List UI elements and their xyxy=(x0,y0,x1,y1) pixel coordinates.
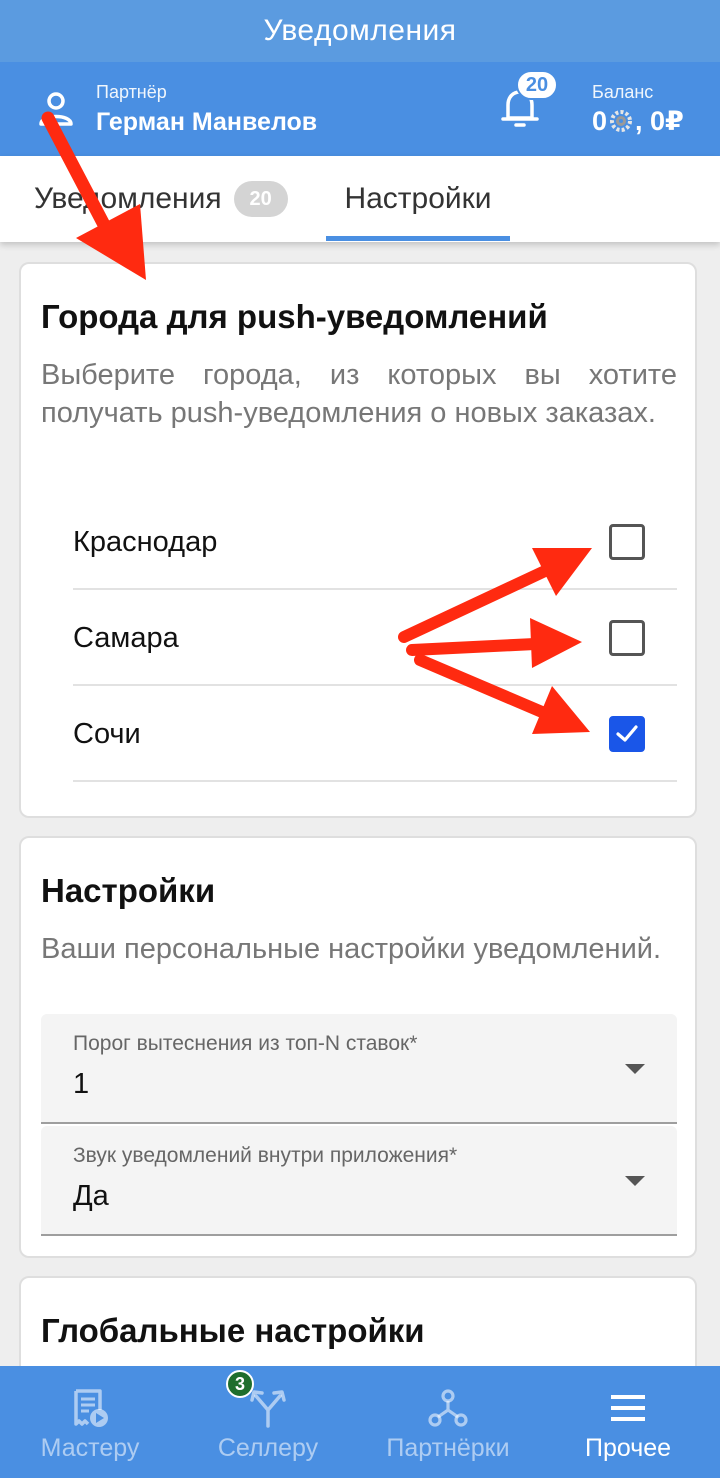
select-label: Звук уведомлений внутри приложения* xyxy=(73,1144,458,1167)
user-icon[interactable] xyxy=(36,90,76,130)
nav-item-seller[interactable]: 3 Селлеру xyxy=(178,1366,358,1478)
notification-count-badge: 20 xyxy=(516,70,558,100)
nav-label: Партнёрки xyxy=(386,1434,510,1462)
city-label: Краснодар xyxy=(73,525,218,558)
city-checkbox[interactable] xyxy=(609,620,645,656)
balance-suffix: , 0₽ xyxy=(635,106,684,136)
dropdown-arrow-icon[interactable] xyxy=(625,1064,645,1074)
tab-notifications-label: Уведомления xyxy=(34,182,222,215)
cities-card-title: Города для push-уведомлений xyxy=(41,298,548,335)
notification-sound-select[interactable]: Звук уведомлений внутри приложения* Да xyxy=(41,1126,677,1236)
tab-settings[interactable]: Настройки xyxy=(326,156,510,242)
select-value: 1 xyxy=(73,1068,90,1100)
balance-label: Баланс xyxy=(592,82,654,102)
menu-icon xyxy=(611,1395,645,1421)
app-header: Партнёр Герман Манвелов 20 Баланс 0 , 0₽ xyxy=(0,62,720,156)
fork-arrows-icon xyxy=(250,1390,286,1428)
city-label: Сочи xyxy=(73,717,141,750)
tab-bar: Уведомления 20 Настройки xyxy=(0,156,720,242)
checkmark-icon xyxy=(616,725,638,742)
city-row-samara[interactable]: Самара xyxy=(73,590,677,686)
city-row-sochi[interactable]: Сочи xyxy=(73,686,677,782)
page-title: Уведомления xyxy=(0,0,720,62)
settings-card-description: Ваши персональные настройки уведомлений. xyxy=(41,933,662,965)
city-label: Самара xyxy=(73,621,179,654)
network-icon xyxy=(428,1389,468,1427)
settings-card: Настройки Ваши персональные настройки ув… xyxy=(19,836,697,1258)
gear-icon xyxy=(610,110,633,132)
cities-card-description: Выберите города, из которых вы хотите по… xyxy=(41,359,677,429)
dropdown-arrow-icon[interactable] xyxy=(625,1176,645,1186)
tab-notifications-badge: 20 xyxy=(233,181,288,217)
receipt-play-icon xyxy=(74,1389,108,1427)
partner-label: Партнёр xyxy=(96,82,167,102)
nav-label: Мастеру xyxy=(40,1434,140,1462)
nav-label: Селлеру xyxy=(217,1434,319,1462)
city-checkbox[interactable] xyxy=(609,524,645,560)
partner-name[interactable]: Герман Манвелов xyxy=(96,108,317,137)
seller-badge: 3 xyxy=(226,1370,254,1398)
select-value: Да xyxy=(73,1180,109,1212)
global-settings-title: Глобальные настройки xyxy=(41,1312,425,1349)
tab-notifications[interactable]: Уведомления 20 xyxy=(34,156,288,242)
balance-value[interactable]: 0 , 0₽ xyxy=(592,106,684,137)
nav-item-partners[interactable]: Партнёрки xyxy=(358,1366,538,1478)
city-row-krasnodar[interactable]: Краснодар xyxy=(73,494,677,590)
cities-card: Города для push-уведомлений Выберите гор… xyxy=(19,262,697,818)
settings-card-title: Настройки xyxy=(41,872,216,909)
nav-item-master[interactable]: Мастеру xyxy=(0,1366,180,1478)
nav-item-more[interactable]: Прочее xyxy=(538,1366,718,1478)
city-checkbox[interactable] xyxy=(609,716,645,752)
displacement-threshold-select[interactable]: Порог вытеснения из топ-N ставок* 1 xyxy=(41,1014,677,1124)
balance-prefix: 0 xyxy=(592,106,608,136)
active-tab-indicator xyxy=(326,236,510,241)
nav-label: Прочее xyxy=(584,1434,672,1462)
select-label: Порог вытеснения из топ-N ставок* xyxy=(73,1032,418,1055)
tab-settings-label: Настройки xyxy=(344,182,492,215)
bottom-navigation: Мастеру 3 Селлеру Партнёрки Прочее xyxy=(0,1366,720,1478)
